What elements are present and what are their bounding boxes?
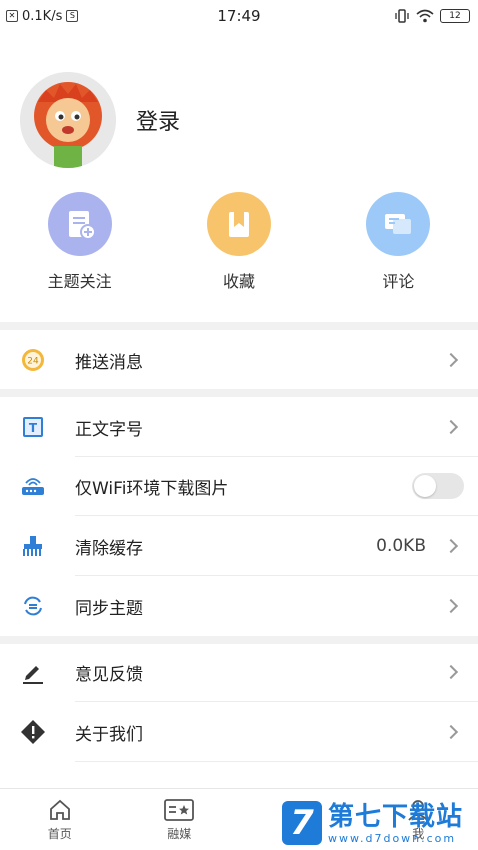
battery-icon: 12 (440, 9, 470, 23)
menu-label: 正文字号 (75, 419, 143, 440)
watermark-text: 第七下载站 www.d7down.com (328, 802, 463, 845)
menu-item-push[interactable]: 24 推送消息 (0, 330, 478, 390)
menu-item-clear-cache[interactable]: 清除缓存 0.0KB (0, 516, 478, 576)
svg-text:24: 24 (27, 357, 39, 367)
quick-action-topic-follow[interactable]: 主题关注 (0, 192, 159, 292)
media-icon (164, 799, 195, 821)
chevron-right-icon (443, 664, 459, 680)
tab-home[interactable]: 首页 (0, 789, 120, 850)
profile-header[interactable]: 登录 (20, 72, 180, 168)
bookmark-icon (206, 192, 271, 256)
text-size-icon: T (20, 414, 46, 440)
pencil-icon (20, 659, 46, 685)
tab-label: 融媒 (167, 827, 192, 841)
chevron-right-icon (443, 352, 459, 368)
sync-icon (20, 593, 46, 619)
quick-action-bookmark[interactable]: 收藏 (159, 192, 318, 292)
brush-icon (20, 533, 46, 559)
tab-label: 首页 (47, 827, 72, 841)
menu-label: 仅WiFi环境下载图片 (75, 478, 229, 499)
wifi-icon (416, 9, 434, 23)
menu-label: 意见反馈 (75, 664, 143, 685)
chevron-right-icon (443, 419, 459, 435)
quick-action-label: 主题关注 (47, 272, 112, 291)
chevron-right-icon (443, 724, 459, 740)
section-divider (0, 389, 478, 397)
toggle-knob (414, 475, 436, 497)
menu-item-sync-topics[interactable]: 同步主题 (0, 576, 478, 636)
status-right: 12 (394, 8, 470, 24)
watermark-url: www.d7down.com (328, 831, 457, 845)
quick-action-label: 收藏 (222, 272, 255, 291)
svg-text:T: T (29, 421, 38, 435)
chevron-right-icon (443, 538, 459, 554)
info-diamond-icon (20, 719, 46, 745)
quick-action-comment[interactable]: 评论 (319, 192, 478, 292)
login-label[interactable]: 登录 (136, 104, 180, 136)
menu-label: 同步主题 (75, 598, 143, 619)
status-bar: ✕ 0.1K/s S 17:49 12 (0, 0, 478, 32)
comment-icon (366, 192, 431, 256)
router-icon (20, 473, 46, 499)
topic-follow-icon (47, 192, 112, 256)
section-divider (0, 322, 478, 330)
push-24-icon: 24 (20, 347, 46, 373)
avatar[interactable] (20, 72, 116, 168)
tab-media[interactable]: 融媒 (120, 789, 240, 850)
menu-item-about[interactable]: 关于我们 (0, 702, 478, 762)
menu-item-font-size[interactable]: T 正文字号 (0, 397, 478, 457)
watermark-logo-icon: 7 (282, 801, 322, 845)
menu-label: 清除缓存 (75, 538, 143, 559)
wifi-images-toggle[interactable] (412, 473, 464, 499)
menu-item-wifi-images: 仅WiFi环境下载图片 (0, 456, 478, 516)
row-divider (75, 761, 478, 762)
cache-size: 0.0KB (376, 536, 426, 556)
watermark: 7 第七下载站 www.d7down.com (282, 796, 478, 850)
quick-actions: 主题关注 收藏 评论 (0, 192, 478, 292)
home-icon (49, 799, 70, 820)
watermark-title: 第七下载站 (328, 801, 464, 832)
menu-label: 关于我们 (75, 724, 143, 745)
lion-mascot-icon (20, 72, 116, 168)
menu-label: 推送消息 (75, 352, 143, 373)
chevron-right-icon (443, 598, 459, 614)
menu-item-feedback[interactable]: 意见反馈 (0, 642, 478, 702)
vibrate-icon (395, 9, 409, 23)
quick-action-label: 评论 (382, 272, 415, 291)
